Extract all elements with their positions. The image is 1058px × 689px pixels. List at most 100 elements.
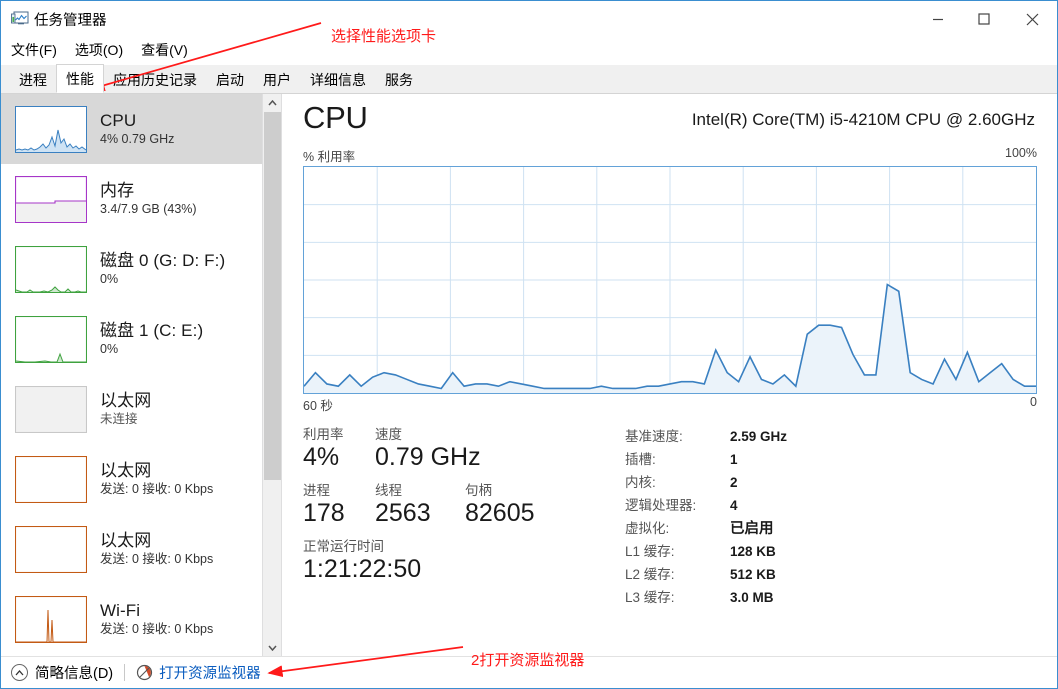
spec-value-l1-cache: 128 KB: [730, 544, 776, 559]
disk0-mini-graph: [15, 245, 87, 293]
cpu-spec-list: 基准速度: 2.59 GHz 插槽: 1 内核: 2 逻辑处理器: 4 虚拟化:…: [625, 425, 955, 609]
tab-details[interactable]: 详细信息: [300, 66, 376, 93]
cpu-mini-graph: [15, 105, 87, 153]
open-resource-monitor-link[interactable]: 打开资源监视器: [136, 662, 261, 683]
tab-startup[interactable]: 启动: [206, 66, 254, 93]
taskmanager-icon: [11, 11, 29, 27]
sidebar-item-wifi[interactable]: Wi-Fi 发送: 0 接收: 0 Kbps: [1, 584, 262, 654]
x-axis-right-label: 0: [1030, 395, 1037, 409]
stat-value-handles: 82605: [465, 499, 535, 527]
sidebar-item-wifi-labels: Wi-Fi 发送: 0 接收: 0 Kbps: [100, 601, 214, 637]
spec-value-sockets: 1: [730, 452, 738, 467]
wifi-mini-graph: [15, 595, 87, 643]
tab-strip: 进程 性能 应用历史记录 启动 用户 详细信息 服务: [1, 64, 1057, 94]
sidebar-item-cpu[interactable]: CPU 4% 0.79 GHz: [1, 94, 262, 164]
spec-key-cores: 内核:: [625, 475, 656, 490]
graph-axis-bottom: 60 秒 0: [303, 395, 1037, 415]
resource-sidebar: CPU 4% 0.79 GHz 内存 3.4/7.9 GB (43%) 磁盘 0…: [1, 94, 263, 657]
spec-key-l2-cache: L2 缓存:: [625, 567, 675, 582]
sidebar-item-disk1-title: 磁盘 1 (C: E:): [100, 320, 204, 340]
menu-item-options[interactable]: 选项(O): [75, 40, 123, 60]
scrollbar-thumb[interactable]: [264, 112, 281, 480]
menu-item-file[interactable]: 文件(F): [11, 40, 57, 60]
sidebar-item-memory[interactable]: 内存 3.4/7.9 GB (43%): [1, 164, 262, 234]
maximize-button[interactable]: [961, 1, 1007, 37]
spec-key-l1-cache: L1 缓存:: [625, 544, 675, 559]
content-area: CPU 4% 0.79 GHz 内存 3.4/7.9 GB (43%) 磁盘 0…: [1, 94, 1057, 657]
cpu-detail-panel: CPU Intel(R) Core(TM) i5-4210M CPU @ 2.6…: [283, 94, 1057, 657]
spec-value-logical-processors: 4: [730, 498, 738, 513]
stat-label-uptime: 正常运行时间: [303, 539, 384, 554]
spec-key-sockets: 插槽:: [625, 452, 656, 467]
sidebar-item-ethernet-3[interactable]: 以太网 发送: 0 接收: 0 Kbps: [1, 514, 262, 584]
sidebar-item-cpu-labels: CPU 4% 0.79 GHz: [100, 110, 175, 147]
stat-value-speed: 0.79 GHz: [375, 443, 481, 471]
spec-value-cores: 2: [730, 475, 738, 490]
sidebar-item-ethernet-2-labels: 以太网 发送: 0 接收: 0 Kbps: [100, 461, 214, 497]
spec-value-base-speed: 2.59 GHz: [730, 429, 788, 444]
stat-value-processes: 178: [303, 499, 345, 527]
tab-app-history[interactable]: 应用历史记录: [103, 66, 207, 93]
sidebar-item-memory-sub: 3.4/7.9 GB (43%): [100, 202, 197, 217]
menu-item-view[interactable]: 查看(V): [141, 40, 188, 60]
sidebar-item-ethernet-3-sub: 发送: 0 接收: 0 Kbps: [100, 552, 214, 567]
sidebar-item-disk1-sub: 0%: [100, 342, 119, 357]
chevron-down-icon[interactable]: [263, 639, 282, 657]
window-title: 任务管理器: [34, 13, 107, 29]
cpu-stats-left: 利用率 速度 4% 0.79 GHz 进程 线程 句柄 178 2563 826…: [303, 423, 603, 591]
y-axis-label: % 利用率: [303, 150, 356, 164]
spec-row-l3-cache: L3 缓存: 3.0 MB: [625, 586, 955, 609]
chevron-up-icon[interactable]: [263, 94, 282, 112]
sidebar-item-disk0[interactable]: 磁盘 0 (G: D: F:) 0%: [1, 234, 262, 304]
ethernet-3-mini-graph: [15, 525, 87, 573]
tab-performance[interactable]: 性能: [56, 64, 104, 93]
stat-label-utilization: 利用率: [303, 427, 344, 442]
ethernet-1-mini-graph: [15, 385, 87, 433]
sidebar-item-disk1-labels: 磁盘 1 (C: E:) 0%: [100, 320, 204, 357]
stat-label-speed: 速度: [375, 427, 402, 442]
cpu-model-label: Intel(R) Core(TM) i5-4210M CPU @ 2.60GHz: [691, 110, 1035, 129]
sidebar-scrollbar[interactable]: [263, 94, 282, 657]
sidebar-item-ethernet-1[interactable]: 以太网 未连接: [1, 374, 262, 444]
sidebar-item-ethernet-1-sub: 未连接: [100, 412, 138, 427]
graph-axis-top: % 利用率 100%: [303, 146, 1037, 166]
spec-row-l2-cache: L2 缓存: 512 KB: [625, 563, 955, 586]
tab-users[interactable]: 用户: [253, 66, 301, 93]
annotation-text-1: 选择性能选项卡: [331, 28, 437, 45]
sidebar-item-disk1[interactable]: 磁盘 1 (C: E:) 0%: [1, 304, 262, 374]
chevron-up-circle-icon: [11, 664, 28, 681]
open-resource-monitor-label: 打开资源监视器: [159, 666, 261, 682]
tab-strip-filler: [422, 65, 1057, 93]
minimize-button[interactable]: [915, 1, 961, 37]
stat-value-uptime: 1:21:22:50: [303, 555, 422, 583]
sidebar-item-wifi-sub: 发送: 0 接收: 0 Kbps: [100, 622, 214, 637]
sidebar-item-ethernet-3-title: 以太网: [100, 530, 152, 550]
close-button[interactable]: [1007, 1, 1057, 37]
sidebar-item-cpu-title: CPU: [100, 110, 137, 130]
sidebar-item-ethernet-2[interactable]: 以太网 发送: 0 接收: 0 Kbps: [1, 444, 262, 514]
spec-row-sockets: 插槽: 1: [625, 448, 955, 471]
fewer-details-button[interactable]: 简略信息(D): [11, 662, 113, 683]
tab-processes[interactable]: 进程: [9, 66, 57, 93]
sidebar-item-cpu-sub: 4% 0.79 GHz: [100, 132, 175, 147]
sidebar-item-memory-labels: 内存 3.4/7.9 GB (43%): [100, 181, 197, 217]
x-axis-left-label: 60 秒: [303, 399, 333, 413]
cpu-graph-svg: [304, 167, 1036, 393]
memory-mini-graph: [15, 175, 87, 223]
spec-row-base-speed: 基准速度: 2.59 GHz: [625, 425, 955, 448]
y-axis-max-label: 100%: [1005, 146, 1037, 160]
spec-value-l2-cache: 512 KB: [730, 567, 776, 582]
tab-services[interactable]: 服务: [375, 66, 423, 93]
sidebar-item-ethernet-3-labels: 以太网 发送: 0 接收: 0 Kbps: [100, 530, 214, 567]
spec-key-virtualization: 虚拟化:: [625, 521, 670, 536]
title-bar: 任务管理器: [1, 1, 1057, 37]
resource-monitor-icon: [136, 664, 153, 681]
sidebar-item-ethernet-2-sub: 发送: 0 接收: 0 Kbps: [100, 482, 214, 497]
panel-header: CPU Intel(R) Core(TM) i5-4210M CPU @ 2.6…: [283, 94, 1057, 146]
ethernet-2-mini-graph: [15, 455, 87, 503]
sidebar-item-disk0-sub: 0%: [100, 272, 119, 287]
spec-value-l3-cache: 3.0 MB: [730, 590, 774, 605]
stat-label-threads: 线程: [375, 483, 402, 498]
stat-group-uptime: 正常运行时间 1:21:22:50: [303, 535, 603, 583]
sidebar-item-disk0-labels: 磁盘 0 (G: D: F:) 0%: [100, 251, 225, 287]
